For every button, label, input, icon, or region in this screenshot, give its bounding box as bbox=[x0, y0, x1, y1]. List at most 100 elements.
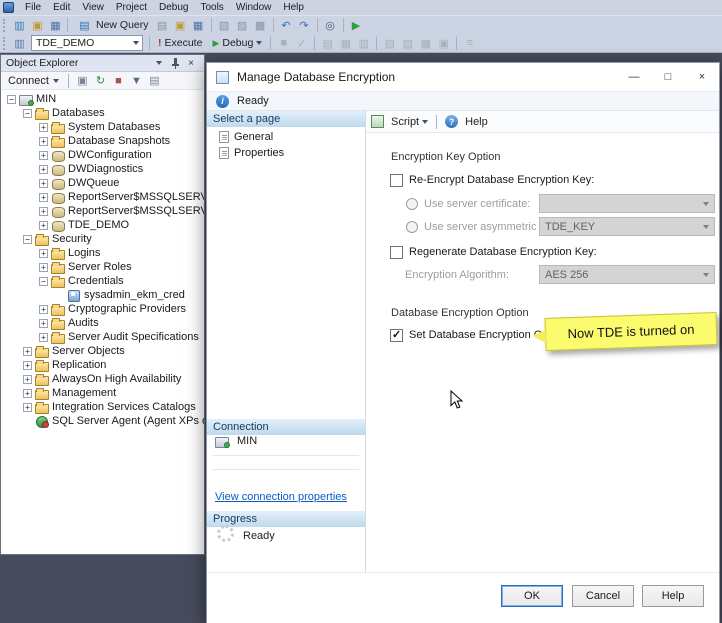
page-item-properties[interactable]: Properties bbox=[219, 147, 284, 159]
tree-item-tde-demo[interactable]: + TDE_DEMO bbox=[1, 218, 204, 232]
results-grid-icon[interactable]: ▦ bbox=[337, 35, 354, 51]
expand-icon[interactable]: + bbox=[39, 192, 48, 202]
regenerate-key-checkbox[interactable] bbox=[390, 246, 403, 259]
expand-icon[interactable]: + bbox=[23, 388, 32, 398]
minimize-button[interactable]: — bbox=[617, 63, 651, 91]
redo-icon[interactable]: ↷ bbox=[296, 17, 313, 33]
comment-icon[interactable]: ▧ bbox=[381, 35, 398, 51]
expand-icon[interactable]: + bbox=[23, 374, 32, 384]
tree-item-server-audit-specifications[interactable]: + Server Audit Specifications bbox=[1, 330, 204, 344]
expand-icon[interactable]: + bbox=[39, 248, 48, 258]
menu-edit[interactable]: Edit bbox=[47, 1, 76, 14]
tree-item-security[interactable]: − Security bbox=[1, 232, 204, 246]
stop-icon[interactable]: ■ bbox=[110, 73, 127, 89]
ok-button[interactable]: OK bbox=[501, 585, 563, 607]
connect-button[interactable]: Connect bbox=[4, 75, 63, 87]
expand-icon[interactable]: + bbox=[39, 122, 48, 132]
disconnect-icon[interactable]: ▣ bbox=[74, 73, 91, 89]
save-icon[interactable]: ▦ bbox=[47, 17, 64, 33]
results-file-icon[interactable]: ▥ bbox=[355, 35, 372, 51]
tree-item-system-databases[interactable]: + System Databases bbox=[1, 120, 204, 134]
collapse-icon[interactable]: − bbox=[39, 276, 48, 286]
tree-item-databases[interactable]: − Databases bbox=[1, 106, 204, 120]
cancel-button[interactable]: Cancel bbox=[572, 585, 634, 607]
pin-button[interactable] bbox=[167, 56, 183, 70]
uncomment-icon[interactable]: ▨ bbox=[399, 35, 416, 51]
copy-icon[interactable]: ▨ bbox=[234, 17, 251, 33]
open-folder-icon[interactable]: ▣ bbox=[172, 17, 189, 33]
expand-icon[interactable]: + bbox=[39, 206, 48, 216]
expand-icon[interactable]: + bbox=[39, 220, 48, 230]
window-position-button[interactable] bbox=[151, 56, 167, 70]
collapse-icon[interactable]: − bbox=[23, 108, 32, 118]
tree-item-management[interactable]: + Management bbox=[1, 386, 204, 400]
menu-tools[interactable]: Tools bbox=[194, 1, 229, 14]
query-options-icon[interactable]: ≡ bbox=[461, 35, 478, 51]
expand-icon[interactable]: + bbox=[39, 164, 48, 174]
help-toolbar-button[interactable]: Help bbox=[440, 114, 493, 129]
toolbar-grip[interactable] bbox=[3, 36, 7, 50]
expand-icon[interactable]: + bbox=[23, 402, 32, 412]
menu-project[interactable]: Project bbox=[110, 1, 153, 14]
expand-icon[interactable]: + bbox=[39, 262, 48, 272]
tree-item-reportserver-mssqlservertempdb[interactable]: + ReportServer$MSSQLSERVERTempDB bbox=[1, 204, 204, 218]
expand-icon[interactable]: + bbox=[39, 318, 48, 328]
tree-item-dwqueue[interactable]: + DWQueue bbox=[1, 176, 204, 190]
expand-icon[interactable]: + bbox=[23, 346, 32, 356]
close-button[interactable]: × bbox=[183, 56, 199, 70]
script-button[interactable]: Script bbox=[366, 114, 433, 129]
outdent-icon[interactable]: ▣ bbox=[435, 35, 452, 51]
start-debug-icon[interactable]: ▶ bbox=[348, 17, 365, 33]
available-databases-icon[interactable]: ▥ bbox=[11, 35, 28, 51]
tree-item-sysadmin-ekm-cred[interactable]: sysadmin_ekm_cred bbox=[1, 288, 204, 302]
tree-item-dwdiagnostics[interactable]: + DWDiagnostics bbox=[1, 162, 204, 176]
new-item-icon[interactable]: ▤ bbox=[154, 17, 171, 33]
menu-view[interactable]: View bbox=[76, 1, 110, 14]
set-database-encryption-on-checkbox[interactable] bbox=[390, 328, 403, 342]
tree-item-credentials[interactable]: − Credentials bbox=[1, 274, 204, 288]
menu-debug[interactable]: Debug bbox=[153, 1, 194, 14]
indent-icon[interactable]: ▩ bbox=[417, 35, 434, 51]
report-icon[interactable]: ▤ bbox=[146, 73, 163, 89]
paste-icon[interactable]: ▩ bbox=[252, 17, 269, 33]
help-button[interactable]: Help bbox=[642, 585, 704, 607]
open-project-icon[interactable]: ▥ bbox=[11, 17, 28, 33]
tree-item-alwayson-high-availability[interactable]: + AlwaysOn High Availability bbox=[1, 372, 204, 386]
undo-icon[interactable]: ↶ bbox=[278, 17, 295, 33]
menu-file[interactable]: File bbox=[19, 1, 47, 14]
view-connection-properties-link[interactable]: View connection properties bbox=[215, 491, 347, 503]
menu-window[interactable]: Window bbox=[230, 1, 278, 14]
new-query-button[interactable]: ▤ New Query bbox=[71, 16, 154, 34]
refresh-icon[interactable]: ↻ bbox=[92, 73, 109, 89]
expand-icon[interactable]: + bbox=[39, 178, 48, 188]
dialog-titlebar[interactable]: Manage Database Encryption — □ × bbox=[207, 63, 719, 91]
save-all-icon[interactable]: ▦ bbox=[190, 17, 207, 33]
expand-icon[interactable]: + bbox=[39, 136, 48, 146]
filter-icon[interactable]: ▼ bbox=[128, 73, 145, 89]
tree-item-reportserver-mssqlserver[interactable]: + ReportServer$MSSQLSERVER bbox=[1, 190, 204, 204]
tree-item-logins[interactable]: + Logins bbox=[1, 246, 204, 260]
maximize-button[interactable]: □ bbox=[651, 63, 685, 91]
cut-icon[interactable]: ▧ bbox=[216, 17, 233, 33]
toolbar-grip[interactable] bbox=[3, 18, 7, 32]
expand-icon[interactable]: + bbox=[39, 304, 48, 314]
page-item-general[interactable]: General bbox=[219, 131, 273, 143]
expand-icon[interactable]: + bbox=[39, 150, 48, 160]
tree-item-integration-services-catalogs[interactable]: + Integration Services Catalogs bbox=[1, 400, 204, 414]
open-file-icon[interactable]: ▣ bbox=[29, 17, 46, 33]
tree-item-dwconfiguration[interactable]: + DWConfiguration bbox=[1, 148, 204, 162]
collapse-icon[interactable]: − bbox=[7, 94, 16, 104]
tree-item-replication[interactable]: + Replication bbox=[1, 358, 204, 372]
find-icon[interactable]: ◎ bbox=[322, 17, 339, 33]
tree-item-min[interactable]: − MIN bbox=[1, 92, 204, 106]
tree-item-cryptographic-providers[interactable]: + Cryptographic Providers bbox=[1, 302, 204, 316]
tree-item-server-objects[interactable]: + Server Objects bbox=[1, 344, 204, 358]
stop-icon[interactable]: ■ bbox=[275, 35, 292, 51]
results-text-icon[interactable]: ▤ bbox=[319, 35, 336, 51]
re-encrypt-checkbox[interactable] bbox=[390, 174, 403, 187]
tree-item-server-roles[interactable]: + Server Roles bbox=[1, 260, 204, 274]
available-databases-combo[interactable]: TDE_DEMO bbox=[31, 35, 143, 51]
tree-item-audits[interactable]: + Audits bbox=[1, 316, 204, 330]
tree-item-sql-server-agent-agent-xps-disabled[interactable]: SQL Server Agent (Agent XPs disabled) bbox=[1, 414, 204, 428]
expand-icon[interactable]: + bbox=[23, 360, 32, 370]
